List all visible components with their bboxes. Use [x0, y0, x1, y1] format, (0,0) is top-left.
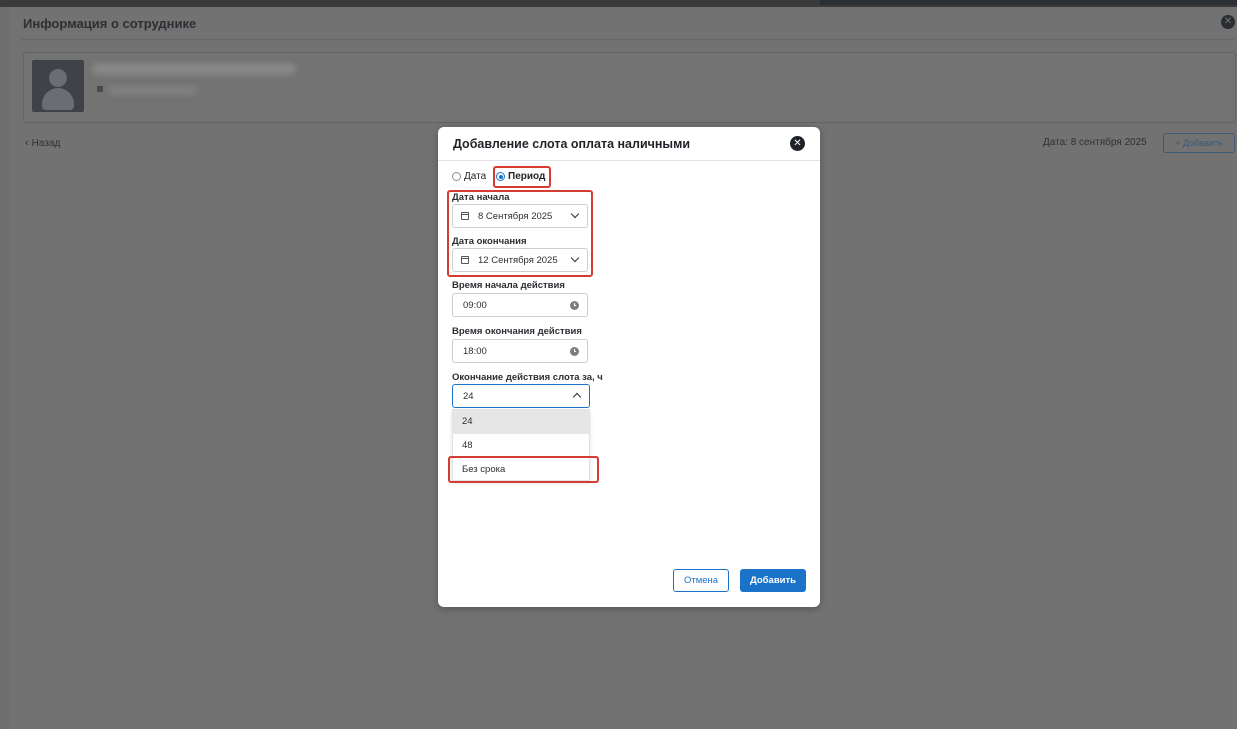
add-cash-slot-modal: Добавление слота оплата наличными ✕ Дата… [438, 127, 820, 607]
end-date-label: Дата окончания [452, 236, 527, 247]
dropdown-option-no-limit[interactable]: Без срока [453, 458, 589, 482]
end-time-label: Время окончания действия [452, 326, 582, 337]
employee-card [23, 52, 1236, 123]
start-date-label: Дата начала [452, 192, 510, 203]
end-time-value: 18:00 [463, 346, 487, 357]
submit-add-button[interactable]: Добавить [740, 569, 806, 592]
end-date-picker[interactable]: 12 Сентября 2025 [452, 248, 588, 272]
avatar [32, 60, 84, 112]
radio-period-label[interactable]: Период [508, 171, 545, 182]
modal-divider [438, 160, 820, 161]
slot-end-select[interactable]: 24 [452, 384, 590, 408]
slot-end-dropdown: 24 48 Без срока [452, 409, 590, 481]
add-button-background[interactable]: + Добавить [1163, 133, 1235, 153]
slot-end-value: 24 [463, 391, 474, 402]
panel-divider [21, 39, 1235, 40]
clock-icon [570, 347, 579, 356]
top-bar [0, 0, 1237, 7]
cancel-button[interactable]: Отмена [673, 569, 729, 592]
chevron-left-icon: ‹ [25, 137, 29, 149]
chevron-down-icon [570, 209, 580, 219]
back-link[interactable]: ‹ Назад [25, 137, 60, 149]
calendar-icon [461, 256, 469, 264]
modal-title: Добавление слота оплата наличными [453, 137, 691, 151]
chevron-down-icon [570, 253, 580, 263]
avatar-body-shape [42, 88, 74, 110]
avatar-head-shape [49, 69, 67, 87]
clock-icon [570, 301, 579, 310]
panel-title: Информация о сотруднике [23, 16, 197, 31]
employee-id-redacted [108, 86, 198, 95]
calendar-icon [461, 212, 469, 220]
chevron-up-icon [572, 392, 582, 402]
close-icon[interactable]: ✕ [790, 136, 805, 151]
dropdown-option-24[interactable]: 24 [453, 410, 589, 434]
dropdown-option-48[interactable]: 48 [453, 434, 589, 458]
start-time-label: Время начала действия [452, 280, 565, 291]
start-date-value: 8 Сентября 2025 [478, 211, 553, 222]
radio-date-label[interactable]: Дата [464, 171, 486, 182]
lock-icon [97, 86, 103, 92]
date-label: Дата: 8 сентября 2025 [1043, 137, 1147, 148]
employee-name-redacted [92, 63, 296, 75]
start-time-value: 09:00 [463, 300, 487, 311]
back-link-label: Назад [31, 138, 61, 149]
start-time-input[interactable]: 09:00 [452, 293, 588, 317]
end-time-input[interactable]: 18:00 [452, 339, 588, 363]
start-date-picker[interactable]: 8 Сентября 2025 [452, 204, 588, 228]
top-bar-segment [820, 0, 1237, 5]
slot-end-label: Окончание действия слота за, ч [452, 372, 603, 383]
end-date-value: 12 Сентября 2025 [478, 255, 558, 266]
mode-radio-group: Дата Период [452, 171, 552, 185]
panel-close-icon[interactable]: ✕ [1221, 15, 1235, 29]
radio-date[interactable] [452, 172, 461, 181]
radio-period[interactable] [496, 172, 505, 181]
